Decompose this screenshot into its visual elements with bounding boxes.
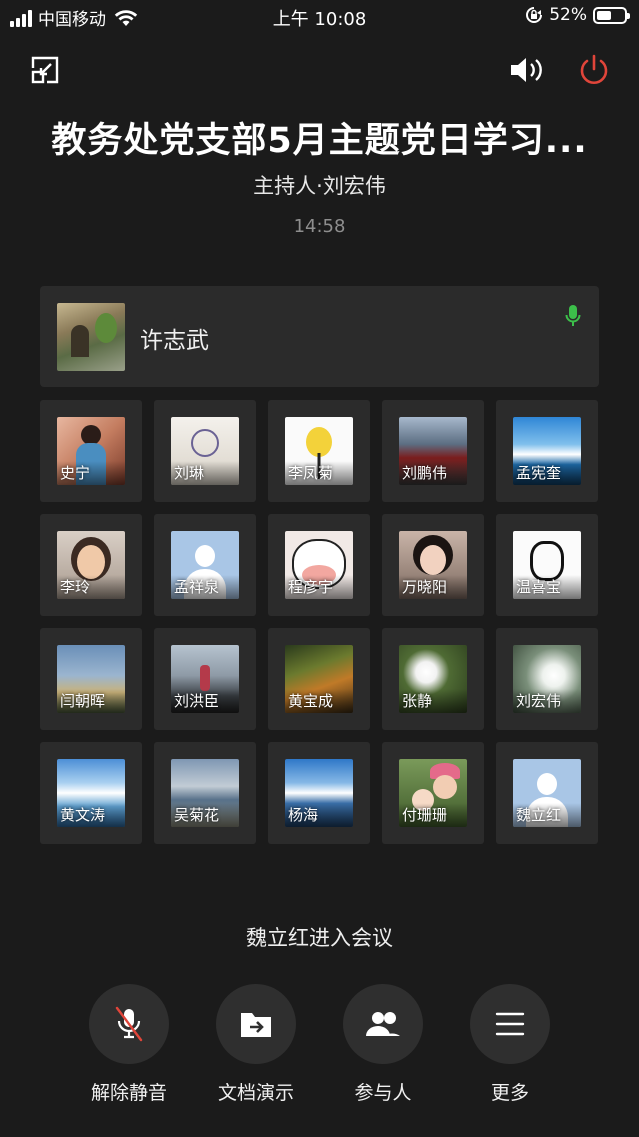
unmute-button[interactable]: 解除静音 xyxy=(89,984,169,1105)
participant-tile[interactable]: 张静 xyxy=(382,628,484,730)
participant-tile[interactable]: 刘琳 xyxy=(154,400,256,502)
battery-percent: 52% xyxy=(549,5,587,25)
participant-tile[interactable]: 刘鹏伟 xyxy=(382,400,484,502)
participant-name: 万晓阳 xyxy=(402,578,448,596)
join-notification: 魏立红进入会议 xyxy=(246,926,393,950)
participant-tile[interactable]: 刘宏伟 xyxy=(496,628,598,730)
minimize-window-button[interactable] xyxy=(27,52,63,88)
participants-button[interactable]: 参与人 xyxy=(343,984,423,1105)
participant-name: 李凤菊 xyxy=(288,464,334,482)
participant-tile[interactable]: 吴菊花 xyxy=(154,742,256,844)
meeting-host: 主持人·刘宏伟 xyxy=(253,174,386,198)
participant-avatar: 孟宪奎 xyxy=(513,417,581,485)
speaker-button[interactable] xyxy=(508,52,544,88)
participant-name: 程彦宇 xyxy=(288,578,334,596)
participant-tile[interactable]: 孟祥泉 xyxy=(154,514,256,616)
more-label: 更多 xyxy=(490,1082,529,1104)
leave-meeting-button[interactable] xyxy=(576,52,612,88)
participant-avatar: 刘宏伟 xyxy=(513,645,581,713)
participants-label: 参与人 xyxy=(354,1082,412,1104)
active-speaker-avatar xyxy=(57,303,125,371)
participant-tile[interactable]: 温喜宝 xyxy=(496,514,598,616)
participant-avatar: 温喜宝 xyxy=(513,531,581,599)
participant-name: 李玲 xyxy=(60,578,91,596)
participant-avatar: 李玲 xyxy=(57,531,125,599)
participant-name: 刘琳 xyxy=(174,464,205,482)
participant-name: 史宁 xyxy=(60,464,91,482)
participant-name: 杨海 xyxy=(288,806,319,824)
participant-tile[interactable]: 孟宪奎 xyxy=(496,400,598,502)
people-icon xyxy=(366,1012,400,1036)
participant-tile[interactable]: 付珊珊 xyxy=(382,742,484,844)
active-speaker-card[interactable]: 许志武 xyxy=(40,286,599,387)
participant-name: 付珊珊 xyxy=(402,806,448,824)
participant-tile[interactable]: 史宁 xyxy=(40,400,142,502)
participant-tile[interactable]: 刘洪臣 xyxy=(154,628,256,730)
participant-grid: 史宁 刘琳 李凤菊 刘鹏伟 孟宪奎 李玲 孟祥泉 程彦宇 万晓阳 温喜宝 闫朝晖… xyxy=(40,400,600,846)
menu-icon xyxy=(495,1012,525,1036)
participant-tile[interactable]: 黄宝成 xyxy=(268,628,370,730)
participant-tile[interactable]: 黄文涛 xyxy=(40,742,142,844)
participant-name: 吴菊花 xyxy=(174,806,220,824)
participant-name: 刘洪臣 xyxy=(174,692,220,710)
unmute-label: 解除静音 xyxy=(90,1082,167,1104)
participant-name: 温喜宝 xyxy=(516,578,562,596)
participant-avatar: 魏立红 xyxy=(513,759,581,827)
participant-tile[interactable]: 李凤菊 xyxy=(268,400,370,502)
power-icon xyxy=(580,54,608,84)
participant-name: 刘宏伟 xyxy=(516,692,562,710)
participant-tile[interactable]: 万晓阳 xyxy=(382,514,484,616)
participant-name: 刘鹏伟 xyxy=(402,464,448,482)
active-speaker-name: 许志武 xyxy=(140,328,209,354)
participant-avatar: 刘鹏伟 xyxy=(399,417,467,485)
battery-icon xyxy=(593,6,630,24)
status-bar: 中国移动 上午 10:08 52% xyxy=(0,0,639,34)
participant-tile[interactable]: 程彦宇 xyxy=(268,514,370,616)
participant-avatar: 付珊珊 xyxy=(399,759,467,827)
more-button[interactable]: 更多 xyxy=(470,984,550,1105)
participant-avatar: 张静 xyxy=(399,645,467,713)
participant-avatar: 史宁 xyxy=(57,417,125,485)
participant-avatar: 吴菊花 xyxy=(171,759,239,827)
participant-tile[interactable]: 闫朝晖 xyxy=(40,628,142,730)
participant-avatar: 刘洪臣 xyxy=(171,645,239,713)
microphone-icon xyxy=(565,305,581,326)
participant-avatar: 孟祥泉 xyxy=(171,531,239,599)
share-document-button[interactable]: 文档演示 xyxy=(216,984,296,1105)
participant-avatar: 程彦宇 xyxy=(285,531,353,599)
speaker-icon xyxy=(511,58,542,82)
muted-microphone-icon xyxy=(115,1006,143,1042)
participant-avatar: 黄宝成 xyxy=(285,645,353,713)
participant-name: 孟祥泉 xyxy=(174,578,220,596)
meeting-duration: 14:58 xyxy=(293,216,346,237)
participant-avatar: 闫朝晖 xyxy=(57,645,125,713)
participant-tile[interactable]: 李玲 xyxy=(40,514,142,616)
share-document-label: 文档演示 xyxy=(217,1082,294,1104)
participant-avatar: 杨海 xyxy=(285,759,353,827)
participant-avatar: 李凤菊 xyxy=(285,417,353,485)
participant-avatar: 黄文涛 xyxy=(57,759,125,827)
participant-name: 黄宝成 xyxy=(288,692,334,710)
participant-avatar: 万晓阳 xyxy=(399,531,467,599)
participant-tile[interactable]: 杨海 xyxy=(268,742,370,844)
folder-share-icon xyxy=(241,1013,271,1037)
minimize-window-icon xyxy=(31,56,59,84)
participant-name: 孟宪奎 xyxy=(516,464,562,482)
participant-name: 黄文涛 xyxy=(60,806,106,824)
participant-name: 闫朝晖 xyxy=(60,692,106,710)
participant-tile[interactable]: 魏立红 xyxy=(496,742,598,844)
participant-name: 张静 xyxy=(402,692,433,710)
meeting-title: 教务处党支部5月主题党日学习... xyxy=(51,121,588,161)
participant-avatar: 刘琳 xyxy=(171,417,239,485)
rotation-lock-icon xyxy=(526,7,543,23)
participant-name: 魏立红 xyxy=(516,806,562,824)
